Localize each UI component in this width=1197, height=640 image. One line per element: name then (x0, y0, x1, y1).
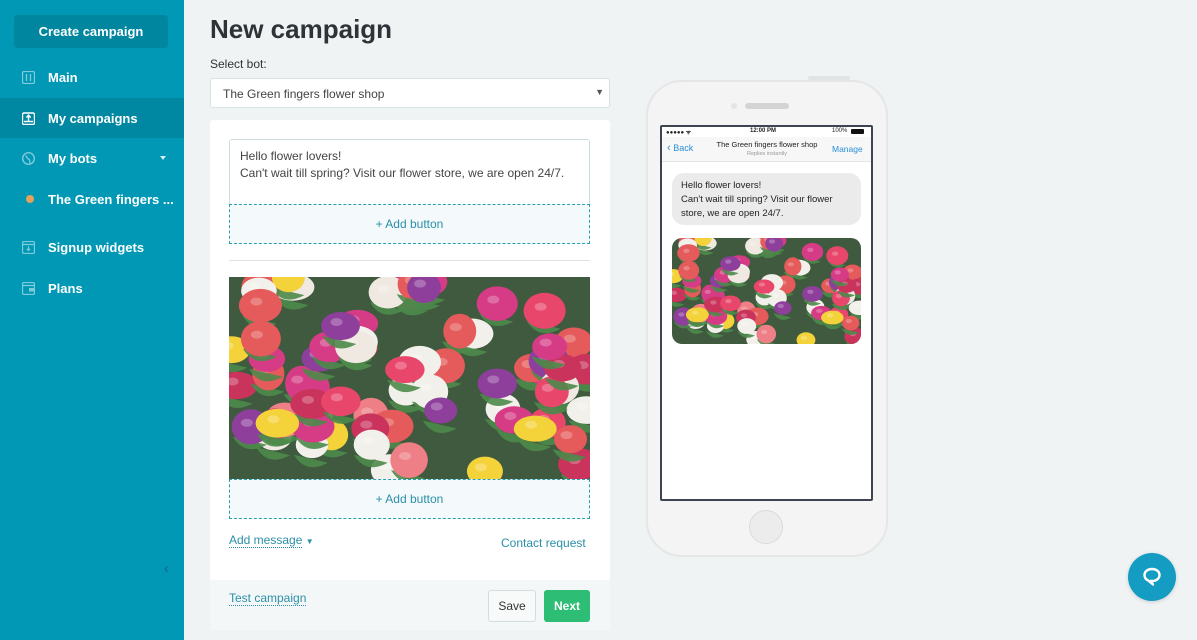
sidebar-item-green-fingers-bot[interactable]: The Green fingers ... (0, 179, 184, 219)
sidebar-item-my-campaigns[interactable]: My campaigns (0, 98, 184, 138)
status-time: 12:00 PM (750, 128, 777, 134)
phone-status-bar: ●●●●● ᯤ 12:00 PM 100% (662, 127, 871, 137)
create-campaign-button[interactable]: Create campaign (14, 15, 168, 48)
sidebar-item-plans[interactable]: Plans (0, 268, 184, 308)
sidebar-item-my-bots[interactable]: My bots (0, 138, 184, 178)
preview-message-bubble: Hello flower lovers! Can't wait till spr… (672, 173, 861, 225)
battery-icon (851, 129, 864, 134)
phone-camera (731, 103, 737, 109)
status-dot-icon (26, 195, 34, 203)
sidebar-item-main[interactable]: Main (0, 57, 184, 97)
bot-name: The Green fingers flower shop (716, 140, 818, 149)
message-text-input[interactable]: Hello flower lovers! Can't wait till spr… (229, 139, 590, 205)
upload-box-icon (21, 111, 35, 125)
battery-percent: 100% (832, 128, 848, 134)
sidebar-item-label: My bots (48, 150, 98, 166)
widget-icon (21, 240, 35, 254)
tulips-image[interactable] (229, 277, 590, 479)
phone-speaker (745, 103, 789, 109)
sidebar-item-label: Plans (48, 280, 83, 296)
sidebar-item-label: Signup widgets (48, 239, 145, 255)
bot-subtitle: Replies instantly (746, 151, 788, 157)
chevron-left-icon: ‹ (667, 142, 671, 154)
phone-screen: ●●●●● ᯤ 12:00 PM 100% ‹ Back The Green f… (660, 125, 873, 501)
preview-tulips-image (672, 238, 861, 344)
sidebar: Create campaign Main My campaigns My bot… (0, 0, 184, 640)
sidebar-item-label: Main (48, 69, 78, 85)
selected-bot-value: The Green fingers flower shop (223, 87, 385, 101)
phone-nav-bar: ‹ Back The Green fingers flower shop Rep… (662, 137, 871, 162)
divider (229, 260, 590, 261)
back-button[interactable]: ‹ Back (667, 142, 693, 154)
test-campaign-link[interactable]: Test campaign (229, 591, 307, 606)
sidebar-item-label: The Green fingers ... (48, 191, 174, 207)
bubble-text: Hello flower lovers! Can't wait till spr… (681, 180, 833, 219)
chat-bubble-icon (1143, 567, 1161, 586)
bot-select[interactable]: The Green fingers flower shop ▼ (210, 78, 610, 108)
select-bot-label: Select bot: (210, 57, 267, 71)
caret-down-icon: ▼ (305, 537, 314, 546)
sidebar-item-signup-widgets[interactable]: Signup widgets (0, 227, 184, 267)
sliders-icon (21, 70, 35, 84)
wallet-icon (21, 281, 35, 295)
next-button[interactable]: Next (544, 590, 590, 622)
chevron-down-icon[interactable] (160, 156, 166, 160)
add-message-dropdown[interactable]: Add message ▼ (229, 533, 314, 548)
page-title: New campaign (210, 14, 393, 44)
dropdown-arrow-icon: ▼ (595, 87, 604, 97)
manage-button[interactable]: Manage (832, 144, 863, 154)
chat-support-button[interactable] (1128, 553, 1176, 601)
signal-icon: ●●●●● ᯤ (666, 130, 692, 136)
add-message-link[interactable]: Add message (229, 533, 303, 548)
globe-icon (21, 151, 35, 165)
add-button-text-message[interactable]: + Add button (229, 204, 590, 244)
collapse-sidebar-icon[interactable]: ‹ (164, 560, 169, 576)
contact-request-link[interactable]: Contact request (501, 536, 586, 550)
sidebar-item-label: My campaigns (48, 110, 138, 126)
phone-home-button (749, 510, 783, 544)
save-button[interactable]: Save (488, 590, 536, 622)
add-button-image-message[interactable]: + Add button (229, 479, 590, 519)
